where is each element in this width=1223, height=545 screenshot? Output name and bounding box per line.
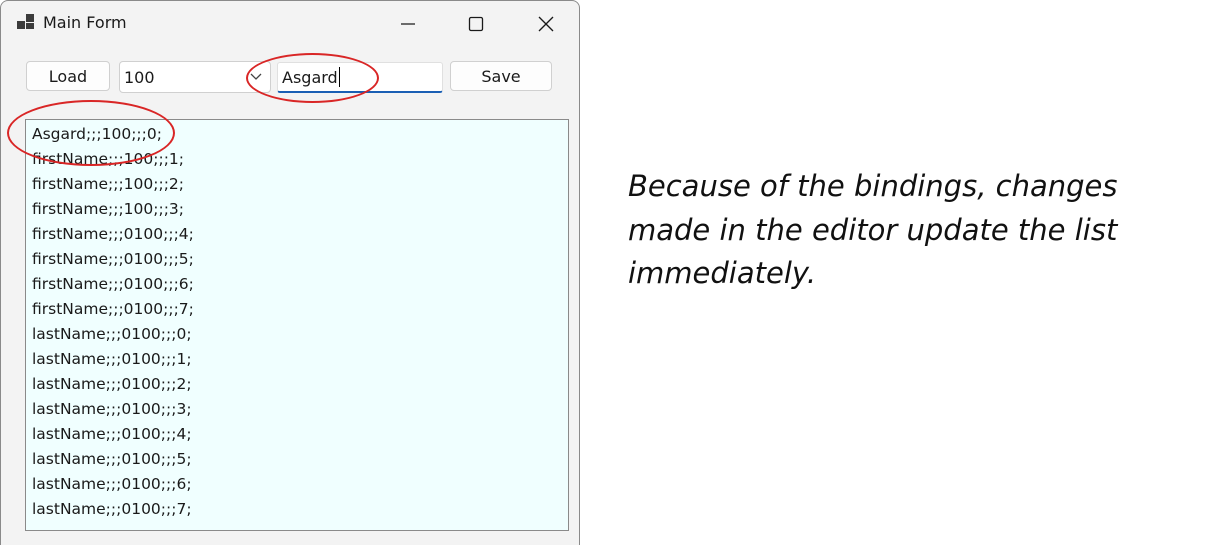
- list-item[interactable]: lastName;;;0100;;;6;: [32, 472, 192, 497]
- window-title: Main Form: [43, 13, 127, 32]
- caption-line: made in the editor update the list: [628, 212, 1118, 247]
- list-item[interactable]: lastName;;;0100;;;4;: [32, 422, 192, 447]
- close-icon: [538, 16, 554, 32]
- maximize-icon: [468, 16, 484, 32]
- list-item[interactable]: lastName;;;0100;;;2;: [32, 372, 192, 397]
- list-item[interactable]: firstName;;;0100;;;4;: [32, 222, 194, 247]
- list-item[interactable]: firstName;;;100;;;3;: [32, 197, 184, 222]
- annotation-circle-editor: [246, 53, 379, 103]
- list-item[interactable]: lastName;;;0100;;;3;: [32, 397, 192, 422]
- title-bar[interactable]: Main Form: [1, 1, 579, 47]
- annotation-circle-first-item: [7, 100, 175, 166]
- list-item[interactable]: lastName;;;0100;;;7;: [32, 497, 192, 522]
- main-form-window: Main Form Load 100 Asgard Save Asgard;;;…: [0, 0, 580, 545]
- combobox-value: 100: [124, 68, 155, 87]
- caption-text: Because of the bindings, changes made in…: [628, 165, 1188, 296]
- list-item[interactable]: lastName;;;0100;;;5;: [32, 447, 192, 472]
- close-button[interactable]: [512, 1, 579, 47]
- maximize-button[interactable]: [442, 1, 510, 47]
- list-item[interactable]: lastName;;;0100;;;1;: [32, 347, 192, 372]
- list-item[interactable]: firstName;;;100;;;2;: [32, 172, 184, 197]
- caption-line: Because of the bindings, changes: [628, 169, 1118, 203]
- list-item[interactable]: firstName;;;0100;;;5;: [32, 247, 194, 272]
- record-listbox[interactable]: Asgard;;;100;;;0; firstName;;;100;;;1; fir…: [25, 119, 569, 531]
- caption-line: immediately.: [628, 256, 817, 290]
- minimize-icon: [401, 23, 415, 25]
- load-button[interactable]: Load: [26, 61, 110, 91]
- minimize-button[interactable]: [374, 1, 442, 47]
- list-item[interactable]: lastName;;;0100;;;0;: [32, 322, 192, 347]
- list-item[interactable]: firstName;;;0100;;;6;: [32, 272, 194, 297]
- app-icon: [17, 14, 34, 29]
- list-item[interactable]: firstName;;;0100;;;7;: [32, 297, 194, 322]
- save-button[interactable]: Save: [450, 61, 552, 91]
